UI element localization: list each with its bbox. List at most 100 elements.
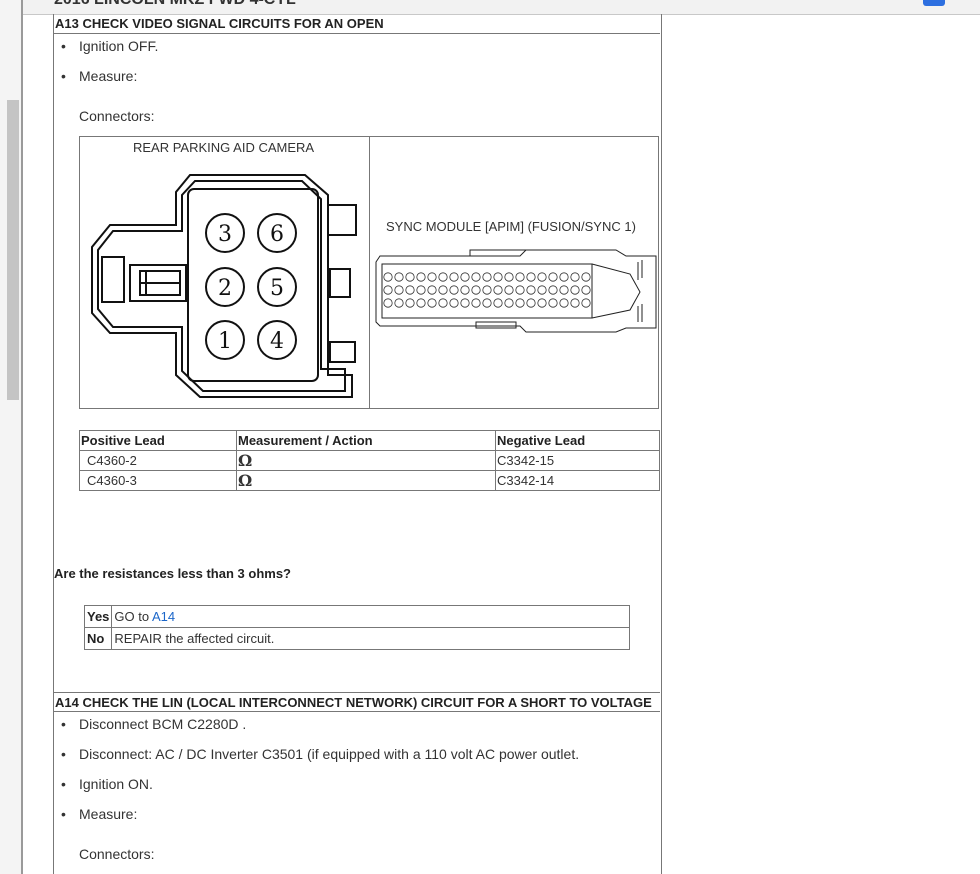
result-table: Yes GO to A14 No REPAIR the affected cir… <box>83 605 630 650</box>
page-title: 2016 LINCOLN MKZ FWD 4-CYL <box>54 0 296 9</box>
connector-pin <box>438 285 448 295</box>
connector-pin <box>526 272 536 282</box>
answer-text: REPAIR the affected circuit. <box>111 627 630 650</box>
connector-pin <box>471 285 481 295</box>
connector-pin <box>504 272 514 282</box>
connector-pin <box>504 298 514 308</box>
connector-pin <box>515 272 525 282</box>
sync-connector-label: SYNC MODULE [APIM] (FUSION/SYNC 1) <box>386 219 636 234</box>
connector-pin <box>482 272 492 282</box>
pin-number: 2 <box>218 276 232 301</box>
connector-pin <box>570 285 580 295</box>
connector-pin <box>581 272 591 282</box>
connector-pin <box>405 272 415 282</box>
connector-pin <box>504 285 514 295</box>
connector-pin <box>416 298 426 308</box>
table-row: C4360-2 Ω C3342-15 <box>79 450 660 471</box>
connector-pin <box>537 285 547 295</box>
result-row-no: No REPAIR the affected circuit. <box>83 627 630 650</box>
connector-pin <box>460 298 470 308</box>
connector-pin <box>438 272 448 282</box>
step-a13-title: A13 CHECK VIDEO SIGNAL CIRCUITS FOR AN O… <box>53 14 660 34</box>
sync-module-connector-face <box>375 249 657 333</box>
connector-pin <box>537 298 547 308</box>
connector-pin <box>427 298 437 308</box>
page-header-bar: 2016 LINCOLN MKZ FWD 4-CYL <box>23 0 980 15</box>
scrollbar-thumb[interactable] <box>7 100 19 400</box>
connector-pin <box>537 272 547 282</box>
connector-diagram: REAR PARKING AID CAMERA SYNC MODULE [API… <box>79 136 659 409</box>
connector-pin <box>581 285 591 295</box>
header-action-button[interactable] <box>923 0 945 6</box>
connector-pin <box>394 272 404 282</box>
connector-pin <box>438 298 448 308</box>
connector-pin <box>449 272 459 282</box>
pin-number: 4 <box>270 329 284 354</box>
connector-pin <box>427 285 437 295</box>
connector-pin <box>416 285 426 295</box>
connector-pin <box>383 285 393 295</box>
pin-number: 3 <box>218 222 232 247</box>
connectors-label: Connectors: <box>79 846 155 862</box>
connector-pin <box>559 298 569 308</box>
pin-number: 6 <box>270 222 284 247</box>
table-row: C4360-3 Ω C3342-14 <box>79 470 660 491</box>
positive-lead-cell: C4360-3 <box>79 470 237 491</box>
a13-bullet: Measure: <box>61 68 137 84</box>
connector-pin <box>581 298 591 308</box>
answer-key: No <box>83 627 113 650</box>
connector-pin <box>405 298 415 308</box>
left-edge-divider <box>21 0 23 874</box>
connector-pin <box>570 298 580 308</box>
connector-pin <box>482 285 492 295</box>
connector-pin <box>383 272 393 282</box>
column-header: Positive Lead <box>79 430 237 451</box>
connector-pin <box>405 285 415 295</box>
connector-pin <box>471 272 481 282</box>
connector-pin <box>493 285 503 295</box>
check-question: Are the resistances less than 3 ohms? <box>54 566 291 581</box>
connector-pin <box>449 298 459 308</box>
procedure-content: A13 CHECK VIDEO SIGNAL CIRCUITS FOR AN O… <box>53 14 662 874</box>
connector-pin <box>548 272 558 282</box>
connector-pin <box>427 272 437 282</box>
connector-pin <box>416 272 426 282</box>
connector-pin <box>493 272 503 282</box>
pin-number: 1 <box>218 329 232 354</box>
negative-lead-cell: C3342-14 <box>495 470 660 491</box>
ohm-symbol: Ω <box>236 470 496 491</box>
connector-pin <box>548 285 558 295</box>
connector-pin <box>515 285 525 295</box>
connector-pin <box>526 298 536 308</box>
connector-pin <box>526 285 536 295</box>
step-a14-title: A14 CHECK THE LIN (LOCAL INTERCONNECT NE… <box>53 692 660 712</box>
connector-pin <box>471 298 481 308</box>
result-row-yes: Yes GO to A14 <box>83 605 630 628</box>
a14-bullet: Disconnect: AC / DC Inverter C3501 (if e… <box>61 746 579 762</box>
measurement-table: Positive Lead Measurement / Action Negat… <box>79 430 660 491</box>
answer-prefix: GO to <box>114 609 152 624</box>
a14-bullet: Ignition ON. <box>61 776 153 792</box>
connector-pin <box>482 298 492 308</box>
answer-text: GO to A14 <box>111 605 630 628</box>
column-header: Negative Lead <box>495 430 660 451</box>
a14-bullet: Disconnect BCM C2280D . <box>61 716 246 732</box>
connector-pin <box>449 285 459 295</box>
a14-bullet: Measure: <box>61 806 137 822</box>
positive-lead-cell: C4360-2 <box>79 450 237 471</box>
connector-pin <box>515 298 525 308</box>
connector-pin <box>548 298 558 308</box>
connector-pin <box>570 272 580 282</box>
connector-pin <box>383 298 393 308</box>
goto-a14-link[interactable]: A14 <box>152 609 175 624</box>
column-header: Measurement / Action <box>236 430 496 451</box>
answer-key: Yes <box>83 605 113 628</box>
negative-lead-cell: C3342-15 <box>495 450 660 471</box>
table-header-row: Positive Lead Measurement / Action Negat… <box>79 430 660 451</box>
connector-pin <box>559 285 569 295</box>
connector-pin <box>493 298 503 308</box>
camera-connector-face: 3 6 2 5 1 4 <box>91 174 357 398</box>
connectors-label: Connectors: <box>79 108 155 124</box>
a13-bullet: Ignition OFF. <box>61 38 158 54</box>
connector-pin <box>394 298 404 308</box>
